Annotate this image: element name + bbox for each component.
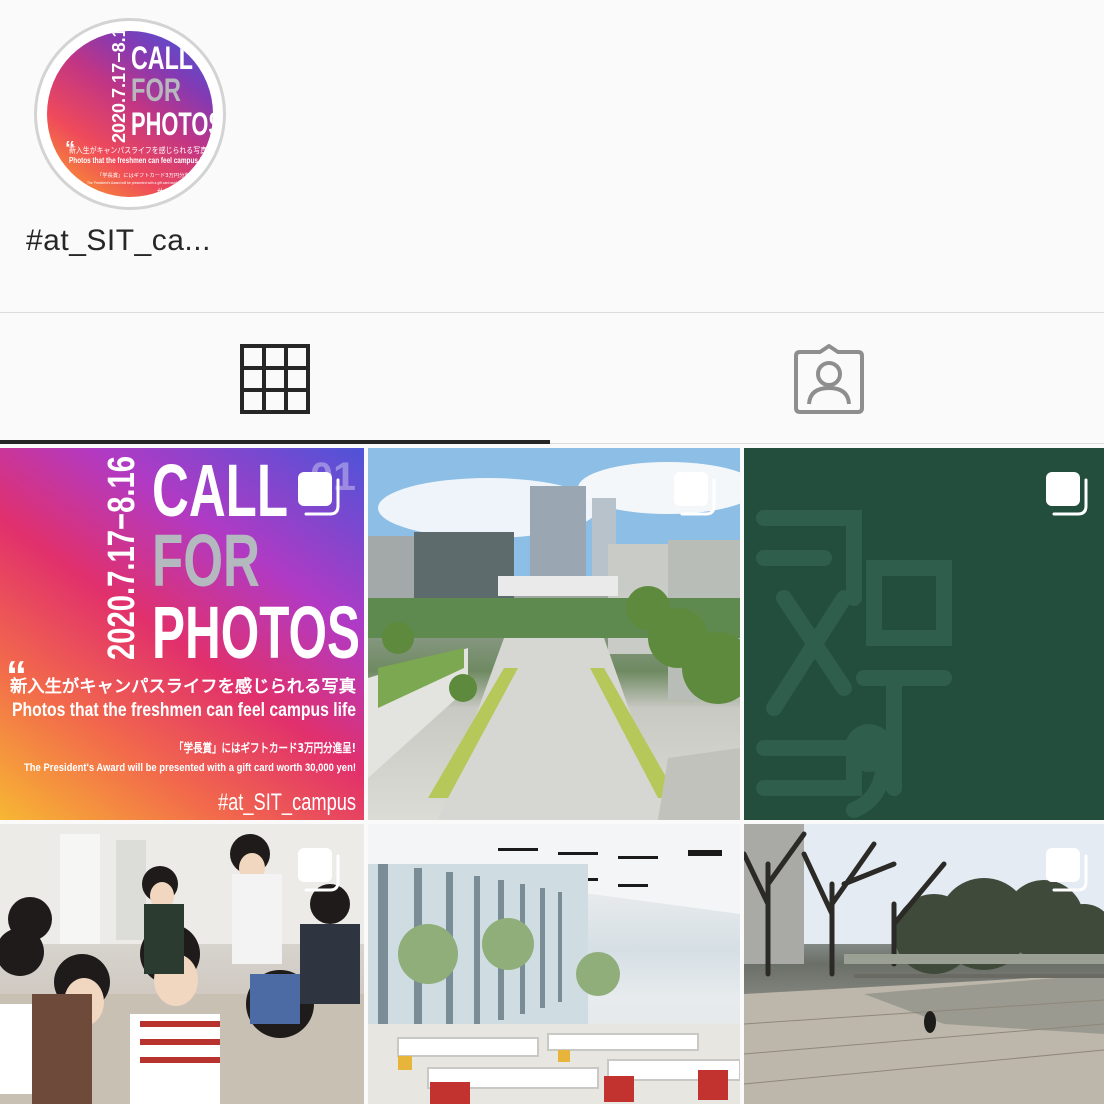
- story-highlights: 2020.7.17−8.16 CALL FOR PHOTOS “ 新入生がキャン…: [0, 0, 1104, 312]
- poster-title-photos: PHOTOS: [152, 591, 360, 674]
- multiple-photos-icon: [1046, 848, 1088, 892]
- highlight-cover-award-en: The President's Award will be presented …: [87, 180, 197, 185]
- highlight-cover-en-line: Photos that the freshmen can feel campus…: [69, 156, 209, 165]
- post-library-hall[interactable]: [368, 824, 740, 1104]
- multiple-photos-icon: [674, 472, 716, 516]
- active-tab-indicator: [0, 440, 550, 444]
- highlight-cover-graphic: 2020.7.17−8.16 CALL FOR PHOTOS “ 新入生がキャン…: [65, 31, 213, 197]
- post-green-logo[interactable]: [744, 448, 1104, 820]
- poster-jp-line: 新入生がキャンパスライフを感じられる写真: [10, 676, 356, 697]
- highlight-cover-dates: 2020.7.17−8.16: [109, 31, 129, 143]
- highlight-cover-title-1: CALL: [131, 40, 193, 76]
- multiple-photos-icon: [1046, 472, 1088, 516]
- post-trees-walkway[interactable]: [744, 824, 1104, 1104]
- highlight-cover-image: 2020.7.17−8.16 CALL FOR PHOTOS “ 新入生がキャン…: [47, 31, 213, 197]
- profile-tab-bar: [0, 312, 1104, 446]
- poster-award-en: The President's Award will be presented …: [24, 762, 356, 774]
- tab-divider: [550, 443, 1104, 444]
- highlight-label: #at_SIT_ca...: [26, 224, 211, 257]
- poster-hashtag: #at_SIT_campus: [218, 789, 356, 816]
- highlight-cover-hashtag: #at_SIT_campus: [157, 187, 213, 197]
- highlight-cover-award-jp: 「学長賞」にはギフトカード3万円分進呈!: [97, 172, 197, 179]
- post-campus-plaza[interactable]: [368, 448, 740, 820]
- multiple-photos-icon: [298, 848, 340, 892]
- highlight-cover-title-2: FOR: [131, 72, 181, 108]
- highlight-ring: 2020.7.17−8.16 CALL FOR PHOTOS “ 新入生がキャン…: [34, 18, 226, 210]
- posts-grid: 01 2020.7.17−8.16 CALL FOR PHOTOS “ 新入生が…: [0, 448, 1104, 1104]
- tab-tagged[interactable]: [554, 313, 1104, 445]
- highlight-cover-jp-line: 新入生がキャンパスライフを感じられる写真: [69, 145, 207, 155]
- profile-page: 2020.7.17−8.16 CALL FOR PHOTOS “ 新入生がキャン…: [0, 0, 1104, 1104]
- poster-dates: 2020.7.17−8.16: [101, 456, 143, 660]
- tagged-person-icon: [794, 344, 864, 414]
- story-highlight[interactable]: 2020.7.17−8.16 CALL FOR PHOTOS “ 新入生がキャン…: [26, 18, 236, 268]
- poster-title-for: FOR: [152, 519, 260, 602]
- multiple-photos-icon: [298, 472, 340, 516]
- highlight-cover-title-3: PHOTOS: [131, 106, 213, 142]
- post-call-for-photos[interactable]: 01 2020.7.17−8.16 CALL FOR PHOTOS “ 新入生が…: [0, 448, 364, 820]
- tab-posts-grid[interactable]: [0, 313, 550, 445]
- library-photo: [368, 824, 740, 1104]
- post-students-classroom[interactable]: [0, 824, 364, 1104]
- poster-en-line: Photos that the freshmen can feel campus…: [12, 700, 356, 721]
- grid-icon: [240, 344, 310, 414]
- poster-award-jp: 「学長賞」にはギフトカード3万円分進呈!: [174, 740, 356, 755]
